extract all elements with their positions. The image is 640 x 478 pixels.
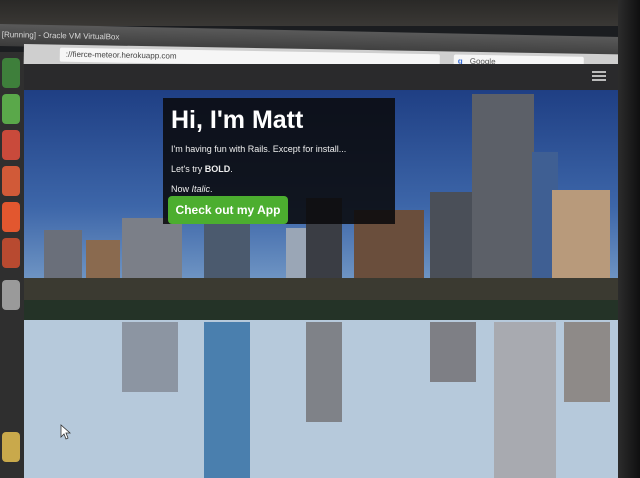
italic-line-suffix: . [210,184,213,194]
app-icon[interactable] [2,130,20,160]
browser-window: ://fierce-meteor.herokuapp.com g Google [23,44,620,478]
ubuntu-one-icon[interactable] [2,202,20,232]
check-out-app-button[interactable]: Check out my App [168,196,288,224]
office-icon[interactable] [2,166,20,196]
hero-panel: Hi, I'm Matt I'm having fun with Rails. … [163,98,395,224]
window-title: [Running] - Oracle VM VirtualBox [1,30,120,42]
hero-intro-text: I'm having fun with Rails. Except for in… [171,144,347,154]
settings-icon[interactable] [2,238,20,268]
workspace-icon[interactable] [2,280,20,310]
italic-line-prefix: Now [171,184,192,194]
bold-line-suffix: . [230,164,233,174]
bold-line-prefix: Let's try [171,164,205,174]
monitor-bezel [0,0,640,26]
italic-word: Italic [191,184,211,194]
monitor-edge [618,0,640,478]
page-content: Hi, I'm Matt I'm having fun with Rails. … [24,90,620,478]
url-text: ://fierce-meteor.herokuapp.com [65,49,177,61]
hero-bold-line: Let's try BOLD. [171,164,233,174]
trash-icon[interactable] [2,432,20,462]
launcher-dock [0,52,24,478]
bold-word: BOLD [204,164,231,174]
mouse-pointer-icon [60,424,72,440]
hero-italic-line: Now Italic. [171,184,213,194]
browser-icon[interactable] [2,94,20,124]
files-icon[interactable] [2,58,20,88]
app-navbar [24,64,620,90]
hamburger-menu-icon[interactable] [592,69,606,83]
hero-heading: Hi, I'm Matt [171,106,304,134]
